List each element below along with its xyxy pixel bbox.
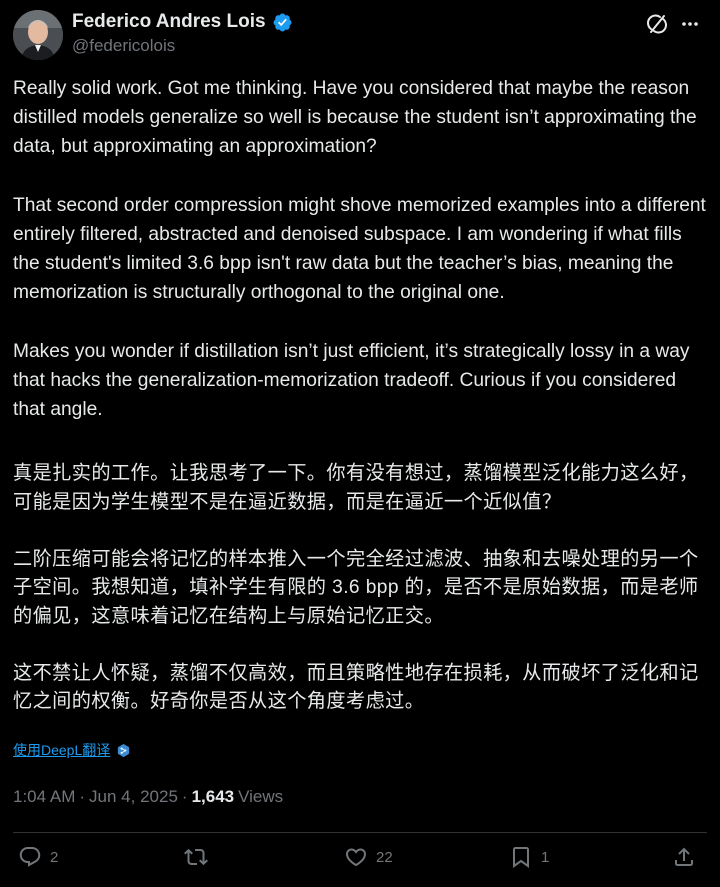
reply-button[interactable]: 2 bbox=[18, 845, 58, 869]
repost-button[interactable] bbox=[184, 845, 216, 869]
views-label: Views bbox=[238, 787, 284, 806]
avatar[interactable] bbox=[13, 10, 63, 60]
meta-separator: · bbox=[79, 787, 86, 806]
more-options-icon[interactable] bbox=[680, 14, 700, 34]
bookmark-icon bbox=[513, 847, 529, 868]
action-bar: 2 22 1 bbox=[0, 845, 720, 875]
views-count: 1,643 bbox=[191, 787, 235, 806]
author-handle[interactable]: @federicolois bbox=[72, 36, 175, 56]
grok-icon[interactable] bbox=[645, 12, 669, 36]
avatar-image bbox=[13, 10, 63, 60]
bookmark-button[interactable]: 1 bbox=[509, 845, 549, 869]
author-name-row: Federico Andres Lois bbox=[72, 10, 293, 34]
translated-paragraph: 这不禁让人怀疑，蒸馏不仅高效，而且策略性地存在损耗，从而破坏了泛化和记忆之间的权… bbox=[13, 662, 699, 713]
author-display-name[interactable]: Federico Andres Lois bbox=[72, 10, 266, 34]
post-paragraph: Really solid work. Got me thinking. Have… bbox=[13, 78, 697, 158]
post-paragraph: That second order compression might shov… bbox=[13, 194, 706, 304]
post-time[interactable]: 1:04 AM bbox=[13, 787, 75, 807]
meta-separator: · bbox=[181, 787, 188, 806]
reply-icon bbox=[19, 847, 41, 867]
like-count: 22 bbox=[376, 848, 393, 866]
divider bbox=[13, 832, 707, 833]
post-text: Really solid work. Got me thinking. Have… bbox=[13, 74, 709, 424]
deepl-icon bbox=[116, 743, 131, 758]
share-icon bbox=[675, 847, 693, 866]
translate-link[interactable]: 使用DeepL翻译 bbox=[13, 740, 110, 760]
translated-paragraph: 真是扎实的工作。让我思考了一下。你有没有想过，蒸馏模型泛化能力这么好，可能是因为… bbox=[13, 463, 699, 513]
reply-count: 2 bbox=[50, 848, 59, 866]
translated-paragraph: 二阶压缩可能会将记忆的样本推入一个完全经过滤波、抽象和去噪处理的另一个子空间。我… bbox=[13, 548, 699, 627]
like-button[interactable]: 22 bbox=[344, 845, 393, 869]
post-paragraph: Makes you wonder if distillation isn’t j… bbox=[13, 340, 690, 421]
translated-text: 真是扎实的工作。让我思考了一下。你有没有想过，蒸馏模型泛化能力这么好，可能是因为… bbox=[13, 460, 709, 717]
post-meta: 1:04 AM · Jun 4, 2025 · 1,643 Views bbox=[13, 787, 283, 807]
verified-badge-icon bbox=[272, 12, 293, 33]
share-button[interactable] bbox=[672, 845, 696, 869]
bookmark-count: 1 bbox=[541, 848, 550, 866]
post-date[interactable]: Jun 4, 2025 bbox=[89, 787, 178, 807]
repost-icon bbox=[184, 848, 208, 866]
post: Federico Andres Lois @federicolois Reall… bbox=[0, 0, 720, 887]
heart-icon bbox=[345, 848, 367, 867]
translate-row: 使用DeepL翻译 bbox=[13, 740, 131, 760]
